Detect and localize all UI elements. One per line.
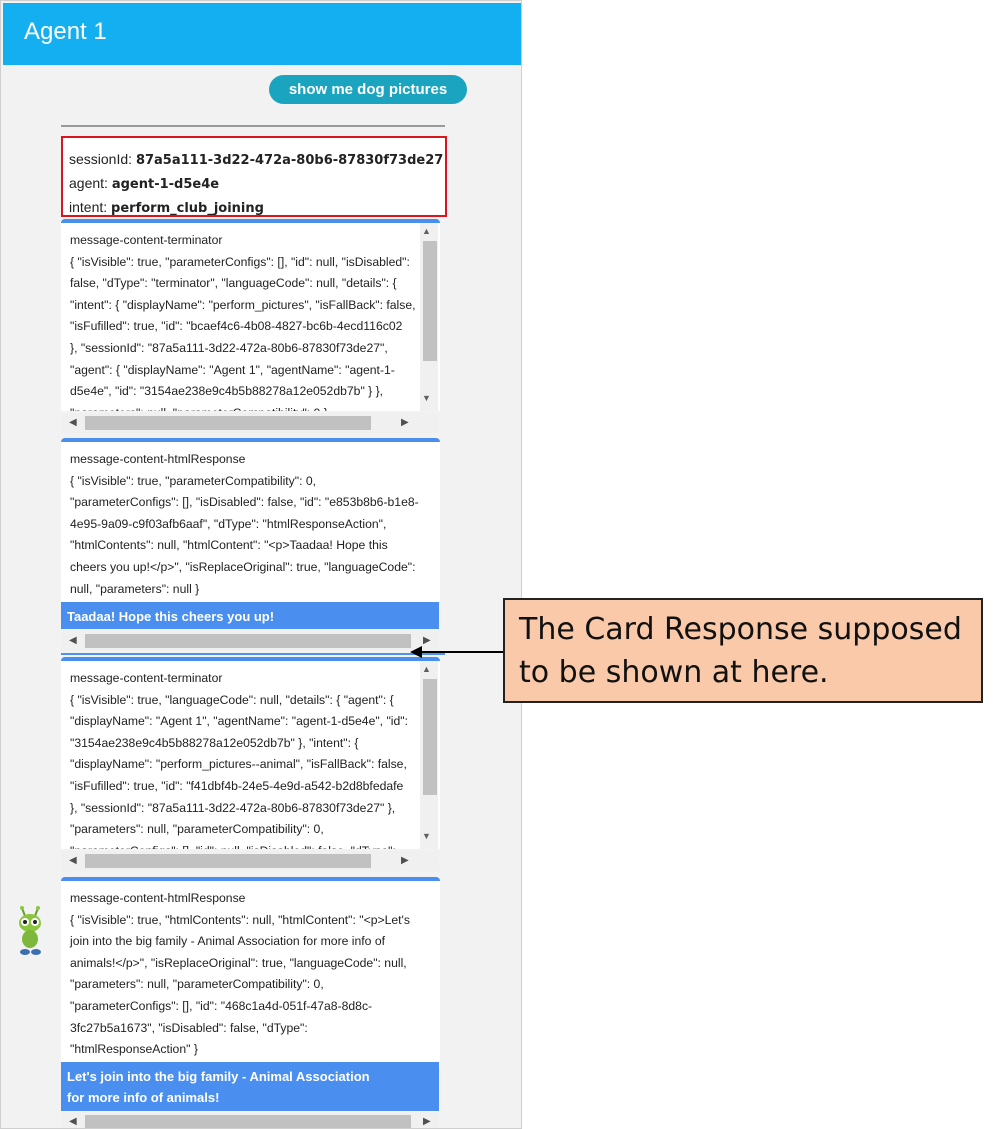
agent-header: Agent 1 [3,3,521,65]
robot-avatar-icon [19,906,41,955]
json-line: null, "parameters": null } [70,581,200,596]
callout-text-line: The Card Response supposed [519,612,962,647]
message-content: message-content-terminator { "isVisible"… [61,661,440,849]
scroll-left-arrow-icon[interactable]: ◀ [69,855,77,866]
callout-box: The Card Response supposed to be shown a… [503,598,983,703]
session-info-box: sessionId: 87a5a111-3d22-472a-80b6-87830… [61,136,447,217]
json-line: { "isVisible": true, "parameterCompatibi… [70,473,317,488]
scroll-down-arrow-icon[interactable]: ▼ [422,393,431,403]
scrollbar-thumb[interactable] [85,1115,411,1128]
horizontal-scrollbar[interactable]: ◀ ▶ [61,631,439,651]
json-line: { "isVisible": true, "languageCode": nul… [70,692,394,707]
scrollbar-thumb[interactable] [85,634,411,648]
json-line: "parameters": null, "parameterCompatibil… [70,977,324,992]
user-message-bubble: show me dog pictures [269,75,467,104]
scroll-down-arrow-icon[interactable]: ▼ [422,831,431,841]
message-content: message-content-terminator { "isVisible"… [61,223,440,411]
chat-panel: Agent 1 show me dog pictures sessionId: … [0,0,522,1129]
divider [61,125,445,127]
divider [61,653,445,655]
message-card-html-response: message-content-htmlResponse { "isVisibl… [61,438,440,628]
json-line: "parameters": null, "parameterCompatibil… [70,403,418,411]
json-line: "htmlContents": null, "htmlContent": "<p… [70,538,388,553]
json-line: 3fc27b5a1673", "isDisabled": false, "dTy… [70,1020,308,1035]
json-line: "isFufilled": true, "id": "bcaef4c6-4b08… [70,319,403,334]
scroll-right-arrow-icon[interactable]: ▶ [401,417,409,428]
scrollbar-thumb[interactable] [85,854,371,868]
json-line: }, "sessionId": "87a5a111-3d22-472a-80b6… [70,340,388,355]
json-line: "parameterConfigs": [], "id": "468c1a4d-… [70,998,373,1013]
session-id-value: 87a5a111-3d22-472a-80b6-87830f73de27 [135,153,444,168]
callout-text-line: to be shown at here. [519,655,829,690]
json-line: "intent": { "displayName": "perform_pict… [70,297,416,312]
scroll-right-arrow-icon[interactable]: ▶ [423,1116,431,1127]
rendered-html-response: Let's join into the big family - Animal … [61,1062,439,1111]
json-line: 4e95-9a09-c9f03afb6aaf", "dType": "htmlR… [70,516,387,531]
json-line: "parameters": null, "parameterCompatibil… [70,822,324,837]
scroll-up-arrow-icon[interactable]: ▲ [422,664,431,674]
message-content: message-content-htmlResponse { "isVisibl… [61,881,440,1067]
json-line: "agent": { "displayName": "Agent 1", "ag… [70,362,395,377]
json-line: "parameterConfigs": [], "isDisabled": fa… [70,495,419,510]
message-card-terminator: message-content-terminator { "isVisible"… [61,657,440,849]
message-card-terminator: message-content-terminator { "isVisible"… [61,219,440,411]
json-line: "htmlResponseAction" } [70,1042,198,1057]
json-line: animals!</p>", "isReplaceOriginal": true… [70,955,407,970]
scrollbar-thumb[interactable] [423,241,437,361]
message-card-html-response: message-content-htmlResponse { "isVisibl… [61,877,440,1067]
json-line: }, "sessionId": "87a5a111-3d22-472a-80b6… [70,800,396,815]
json-line: "displayName": "Agent 1", "agentName": "… [70,714,408,729]
intent-row: intent: perform_club_joining [69,199,264,216]
json-line: "3154ae238e9c4b5b88278a12e052db7b" }, "i… [70,735,359,750]
agent-title: Agent 1 [24,18,107,45]
scroll-up-arrow-icon[interactable]: ▲ [422,226,431,236]
json-line: "isFufilled": true, "id": "f41dbf4b-24e5… [70,778,404,793]
message-content: message-content-htmlResponse { "isVisibl… [61,442,440,602]
agent-row: agent: agent-1-d5e4e [69,175,220,192]
json-line: { "isVisible": true, "parameterConfigs":… [70,254,410,269]
scroll-left-arrow-icon[interactable]: ◀ [69,635,77,646]
scroll-right-arrow-icon[interactable]: ▶ [401,855,409,866]
vertical-scrollbar[interactable]: ▲ ▼ [420,661,438,849]
message-title: message-content-htmlResponse [70,891,246,905]
json-line: join into the big family - Animal Associ… [70,934,385,949]
message-title: message-content-terminator [70,671,223,685]
json-line: { "isVisible": true, "htmlContents": nul… [70,912,410,927]
message-title: message-content-terminator [70,233,223,247]
json-line: false, "dType": "terminator", "languageC… [70,276,397,291]
session-id-row: sessionId: 87a5a111-3d22-472a-80b6-87830… [69,151,444,168]
horizontal-scrollbar[interactable]: ◀ ▶ [61,413,439,433]
scroll-left-arrow-icon[interactable]: ◀ [69,417,77,428]
json-line: "displayName": "perform_pictures--animal… [70,757,407,772]
horizontal-scrollbar[interactable]: ◀ ▶ [61,1112,439,1128]
scroll-left-arrow-icon[interactable]: ◀ [69,1116,77,1127]
horizontal-scrollbar[interactable]: ◀ ▶ [61,851,439,871]
scrollbar-thumb[interactable] [85,416,371,430]
scrollbar-thumb[interactable] [423,679,437,795]
json-line: cheers you up!</p>", "isReplaceOriginal"… [70,559,416,574]
json-line: "parameterConfigs": [], "id": null, "isD… [70,841,418,849]
agent-value: agent-1-d5e4e [111,177,220,192]
vertical-scrollbar[interactable]: ▲ ▼ [420,223,438,411]
callout-arrow-icon [410,646,504,658]
intent-value: perform_club_joining [111,201,264,216]
rendered-html-response: Taadaa! Hope this cheers you up! [61,602,439,629]
json-line: d5e4e", "id": "3154ae238e9c4b5b88278a12e… [70,384,384,399]
message-title: message-content-htmlResponse [70,452,246,466]
